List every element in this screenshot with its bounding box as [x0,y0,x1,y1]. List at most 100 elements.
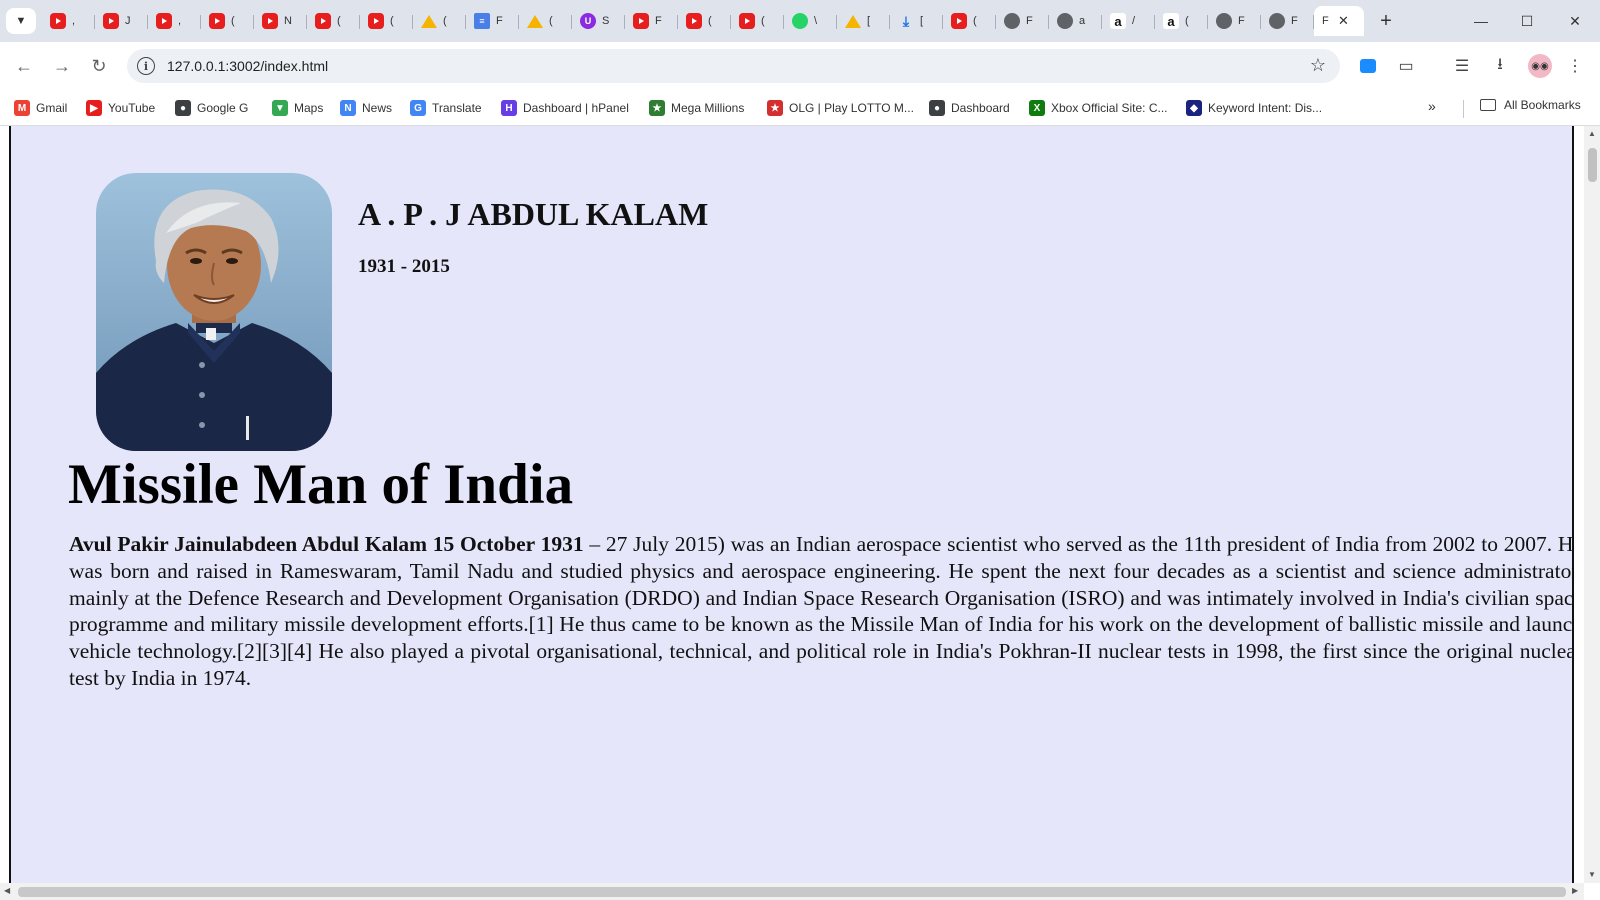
browser-tab[interactable]: ⤓[ [890,6,943,36]
site-info-icon[interactable]: i [137,57,155,75]
horizontal-scrollbar[interactable]: ◀ ▶ [0,883,1584,900]
browser-tab[interactable]: F [1261,6,1314,36]
tab-title: ( [1185,15,1189,27]
browser-tab[interactable]: ( [678,6,731,36]
new-tab-button[interactable]: + [1374,9,1398,33]
tab-title: F [1026,15,1033,27]
bookmark-item[interactable]: M Gmail [14,98,67,118]
bookmark-item[interactable]: ▶ YouTube [86,98,155,118]
browser-tab[interactable]: a( [1155,6,1208,36]
address-bar[interactable]: i 127.0.0.1:3002/index.html ☆ [127,49,1340,83]
horizontal-scroll-thumb[interactable] [18,887,1566,897]
active-tab-title: F [1322,15,1329,27]
plus-icon: + [1380,9,1392,32]
media-controls-button[interactable]: ☰ [1450,54,1474,78]
browser-tab[interactable]: a [1049,6,1102,36]
tab-title: [ [867,15,871,27]
browser-tab[interactable]: a / [1102,6,1155,36]
bookmark-item[interactable]: ★ Mega Millions [649,98,744,118]
tab-title: F [1238,15,1245,27]
tab-close-icon[interactable]: ✕ [1338,13,1349,29]
browser-tab[interactable]: ( [943,6,996,36]
chevron-down-icon: ▼ [15,15,27,27]
tab-title: J [125,15,131,27]
bookmark-item[interactable]: ▼ Maps [272,98,323,118]
close-icon: ✕ [1569,12,1581,29]
scroll-up-icon[interactable]: ▲ [1588,129,1596,138]
scroll-down-icon[interactable]: ▼ [1588,870,1596,879]
bookmark-item[interactable]: N News [340,98,392,118]
forward-button[interactable]: → [50,54,74,78]
bookmark-item[interactable]: G Translate [410,98,482,118]
hostinger-icon: H [501,100,517,116]
folder-icon [1480,99,1496,111]
translate-icon: G [410,100,426,116]
reload-button[interactable]: ↻ [87,54,111,78]
tab-title: ( [973,15,977,27]
browser-tab[interactable]: , [148,6,201,36]
amazon-icon: a [1110,13,1126,29]
youtube-icon [739,13,755,29]
tab-strip: ▼ , J,(N(((≡ F(U S F((\[⤓[(Fa a / a(F F F ✕ + — ☐ … [0,0,1600,42]
youtube-icon [633,13,649,29]
bookmark-label: News [362,101,393,115]
maximize-button[interactable]: ☐ [1512,8,1542,34]
media-extension-icon [1360,59,1376,73]
browser-tab[interactable]: F [996,6,1049,36]
browser-tab[interactable]: F [625,6,678,36]
tab-title: , [72,15,76,27]
extensions-button[interactable]: ▭ [1394,54,1418,78]
downloads-button[interactable]: ⭳ [1488,54,1512,78]
browser-tab[interactable]: ≡ F [466,6,519,36]
browser-tab[interactable]: N [254,6,307,36]
active-tab[interactable]: F ✕ [1314,6,1364,36]
browser-tab[interactable]: US [572,6,625,36]
menu-button[interactable]: ⋮ [1563,54,1587,78]
scroll-left-icon[interactable]: ◀ [4,886,10,895]
bookmark-item[interactable]: ● Dashboard [929,98,1010,118]
tab-search-button[interactable]: ▼ [6,8,36,34]
browser-tab[interactable]: F [1208,6,1261,36]
extension-media-button[interactable] [1356,54,1380,78]
puzzle-icon: ▭ [1398,58,1414,75]
browser-tab[interactable]: ( [413,6,466,36]
bookmark-item[interactable]: ● Google G [175,98,248,118]
bookmark-label: Translate [432,101,482,115]
browser-tab[interactable]: [ [837,6,890,36]
profile-avatar[interactable]: ◉◉ [1528,54,1552,78]
browser-tab[interactable]: ( [201,6,254,36]
bookmarks-bar: M Gmail ▶ YouTube ● Google G ▼ Maps N News G Transl… [0,90,1600,126]
olg-icon: ★ [767,100,783,116]
close-window-button[interactable]: ✕ [1560,8,1590,34]
arrow-left-icon: ← [15,55,33,76]
browser-tab[interactable]: J [95,6,148,36]
tab-list: , J,(N(((≡ F(U S F((\[⤓[(Fa a / a(F F F ✕ [42,6,1364,36]
minimize-button[interactable]: — [1466,8,1496,34]
bookmark-star-icon[interactable]: ☆ [1310,55,1326,76]
youtube-icon [951,13,967,29]
bookmark-item[interactable]: H Dashboard | hPanel [501,98,629,118]
bookmark-item[interactable]: ★ OLG | Play LOTTO M... [767,98,914,118]
vertical-scrollbar[interactable]: ▲ ▼ [1584,126,1600,883]
back-button[interactable]: ← [12,54,36,78]
bookmark-label: Google G [197,101,249,115]
tab-title: F [496,15,503,27]
browser-tab[interactable]: \ [784,6,837,36]
browser-tab[interactable]: ( [731,6,784,36]
youtube-icon [50,13,66,29]
browser-tab[interactable]: ( [360,6,413,36]
tab-title: ( [390,15,394,27]
browser-tab[interactable]: , [42,6,95,36]
browser-tab[interactable]: ( [519,6,572,36]
vertical-scroll-thumb[interactable] [1588,148,1597,182]
url-text[interactable]: 127.0.0.1:3002/index.html [167,58,328,74]
all-bookmarks-button[interactable]: All Bookmarks [1480,98,1581,112]
browser-tab[interactable]: ( [307,6,360,36]
bookmark-item[interactable]: X Xbox Official Site: C... [1029,98,1168,118]
scroll-right-icon[interactable]: ▶ [1572,886,1578,895]
more-bookmarks-button[interactable]: » [1428,98,1436,114]
bookmark-item[interactable]: ◆ Keyword Intent: Dis... [1186,98,1322,118]
bookmark-label: Maps [294,101,324,115]
google-docs-icon: ≡ [474,13,490,29]
bookmark-label: Gmail [36,101,68,115]
